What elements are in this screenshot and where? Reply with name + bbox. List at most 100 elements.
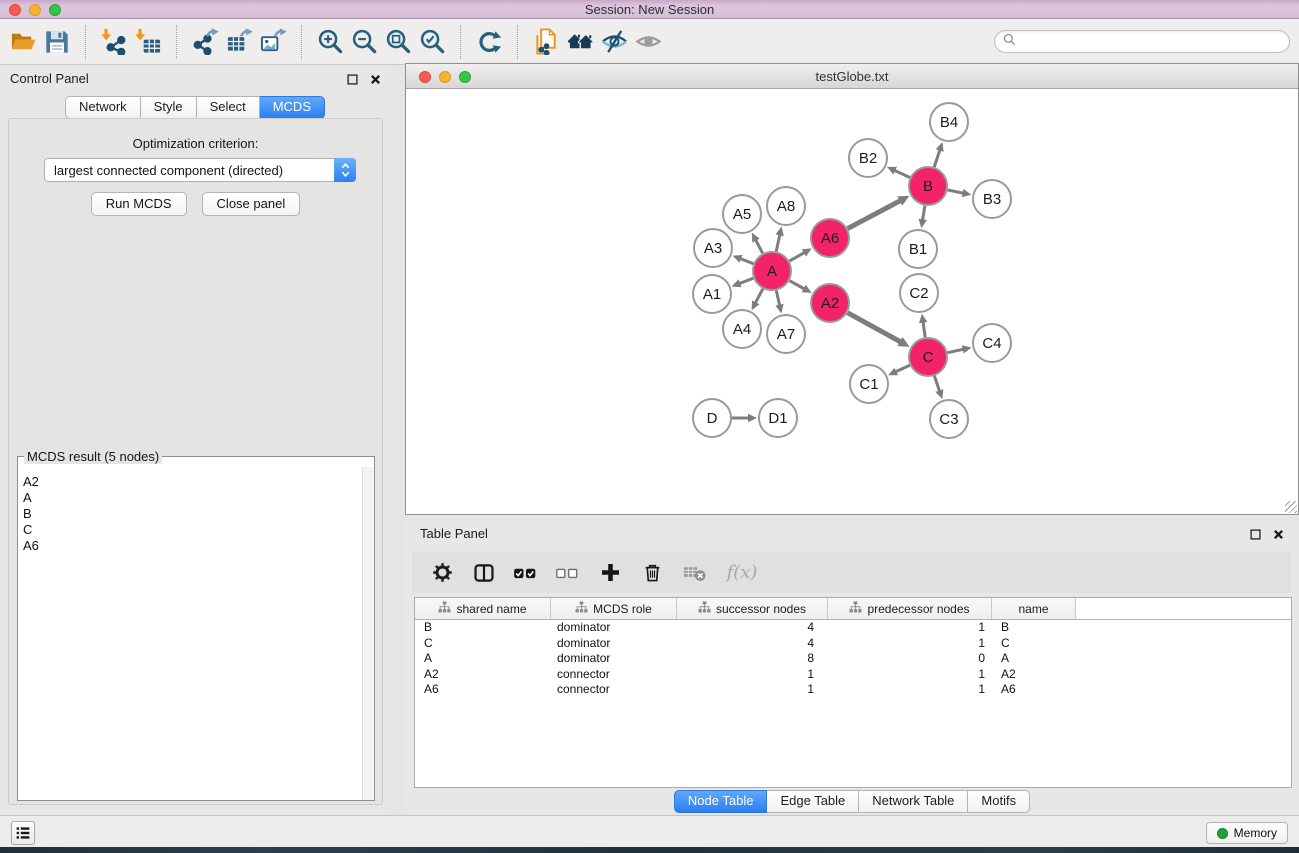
float-panel-icon[interactable] xyxy=(346,73,359,86)
close-panel-icon[interactable] xyxy=(369,73,382,86)
export-table-icon[interactable] xyxy=(222,23,256,61)
import-table-icon[interactable] xyxy=(131,23,165,61)
table-cell[interactable]: 4 xyxy=(677,620,828,636)
edge-A2-C[interactable] xyxy=(848,313,910,347)
edge-B-B1[interactable] xyxy=(919,206,927,229)
edge-A-A5[interactable] xyxy=(752,233,763,254)
search-input[interactable] xyxy=(1016,31,1289,52)
table-cell[interactable]: 1 xyxy=(828,636,992,652)
network-overview-icon[interactable] xyxy=(563,23,597,61)
deselect-all-columns-icon[interactable] xyxy=(553,558,583,588)
tab-style[interactable]: Style xyxy=(141,96,197,119)
mcds-result-item[interactable]: A6 xyxy=(23,538,362,554)
tab-edge-table[interactable]: Edge Table xyxy=(767,790,859,813)
resize-grip[interactable] xyxy=(1285,501,1297,513)
task-history-icon[interactable] xyxy=(11,821,35,845)
edge-B-B4[interactable] xyxy=(934,142,943,167)
node-D[interactable]: D xyxy=(693,399,731,437)
show-columns-icon[interactable] xyxy=(469,558,499,588)
node-A4[interactable]: A4 xyxy=(723,310,761,348)
edge-A-A3[interactable] xyxy=(733,255,754,264)
column-header-predecessor-nodes[interactable]: predecessor nodes xyxy=(828,598,992,619)
node-B1[interactable]: B1 xyxy=(899,230,937,268)
node-B4[interactable]: B4 xyxy=(930,103,968,141)
edge-C-C3[interactable] xyxy=(934,376,943,399)
node-A1[interactable]: A1 xyxy=(693,275,731,313)
node-C[interactable]: C xyxy=(909,338,947,376)
table-cell[interactable]: 8 xyxy=(677,651,828,667)
result-scrollbar[interactable] xyxy=(362,467,374,800)
table-cell[interactable]: 1 xyxy=(828,682,992,698)
export-image-icon[interactable] xyxy=(256,23,290,61)
node-C1[interactable]: C1 xyxy=(850,365,888,403)
import-network-icon[interactable] xyxy=(97,23,131,61)
column-header-shared-name[interactable]: shared name xyxy=(415,598,551,619)
table-row[interactable]: Adominator80A xyxy=(415,651,1291,667)
show-graphics-details-icon[interactable] xyxy=(597,23,631,61)
table-cell[interactable]: dominator xyxy=(551,636,677,652)
table-cell[interactable]: B xyxy=(415,620,551,636)
column-header-successor-nodes[interactable]: successor nodes xyxy=(677,598,828,619)
node-B2[interactable]: B2 xyxy=(849,139,887,177)
edge-A-A8[interactable] xyxy=(776,227,784,252)
table-cell[interactable]: C xyxy=(415,636,551,652)
table-cell[interactable]: 1 xyxy=(677,682,828,698)
table-cell[interactable]: 1 xyxy=(828,667,992,683)
node-A8[interactable]: A8 xyxy=(767,187,805,225)
node-A7[interactable]: A7 xyxy=(767,315,805,353)
export-network-icon[interactable] xyxy=(188,23,222,61)
node-A5[interactable]: A5 xyxy=(723,195,761,233)
table-cell[interactable]: C xyxy=(992,636,1076,652)
table-cell[interactable]: 1 xyxy=(828,620,992,636)
memory-button[interactable]: Memory xyxy=(1206,822,1288,844)
create-column-icon[interactable] xyxy=(595,558,625,588)
node-C4[interactable]: C4 xyxy=(973,324,1011,362)
node-A2[interactable]: A2 xyxy=(811,284,849,322)
zoom-fit-icon[interactable] xyxy=(381,23,415,61)
table-cell[interactable]: A6 xyxy=(415,682,551,698)
table-cell[interactable]: 0 xyxy=(828,651,992,667)
table-cell[interactable]: connector xyxy=(551,667,677,683)
column-header-mcds-role[interactable]: MCDS role xyxy=(551,598,677,619)
criterion-select[interactable]: largest connected component (directed) xyxy=(44,158,356,182)
table-row[interactable]: A6connector11A6 xyxy=(415,682,1291,698)
tab-motifs[interactable]: Motifs xyxy=(968,790,1030,813)
table-cell[interactable]: A xyxy=(415,651,551,667)
edge-C-C1[interactable] xyxy=(888,365,910,375)
node-B[interactable]: B xyxy=(909,167,947,205)
table-cell[interactable]: dominator xyxy=(551,620,677,636)
edge-D-D1[interactable] xyxy=(732,414,757,422)
table-cell[interactable]: B xyxy=(992,620,1076,636)
table-cell[interactable]: connector xyxy=(551,682,677,698)
tab-select[interactable]: Select xyxy=(197,96,260,119)
table-cell[interactable]: 4 xyxy=(677,636,828,652)
node-C3[interactable]: C3 xyxy=(930,400,968,438)
column-header-name[interactable]: name xyxy=(992,598,1076,619)
edge-A-A4[interactable] xyxy=(752,289,763,311)
table-cell[interactable]: A2 xyxy=(992,667,1076,683)
network-canvas[interactable]: AA1A2A3A4A5A6A7A8BB1B2B3B4CC1C2C3C4DD1 xyxy=(406,89,1298,514)
float-table-panel-icon[interactable] xyxy=(1249,528,1262,541)
table-cell[interactable]: dominator xyxy=(551,651,677,667)
table-row[interactable]: Cdominator41C xyxy=(415,636,1291,652)
edge-C-C2[interactable] xyxy=(919,314,927,337)
node-D1[interactable]: D1 xyxy=(759,399,797,437)
save-session-icon[interactable] xyxy=(40,23,74,61)
mcds-result-item[interactable]: A xyxy=(23,490,362,506)
mcds-result-item[interactable]: C xyxy=(23,522,362,538)
tab-network-table[interactable]: Network Table xyxy=(859,790,968,813)
node-A6[interactable]: A6 xyxy=(811,219,849,257)
run-mcds-button[interactable]: Run MCDS xyxy=(91,192,187,216)
table-cell[interactable]: A6 xyxy=(992,682,1076,698)
table-cell[interactable]: A2 xyxy=(415,667,551,683)
table-row[interactable]: Bdominator41B xyxy=(415,620,1291,636)
select-all-columns-icon[interactable] xyxy=(511,558,541,588)
edge-A-A1[interactable] xyxy=(732,278,754,287)
tab-mcds[interactable]: MCDS xyxy=(260,96,325,119)
node-C2[interactable]: C2 xyxy=(900,274,938,312)
close-panel-button[interactable]: Close panel xyxy=(202,192,301,216)
zoom-selected-icon[interactable] xyxy=(415,23,449,61)
table-cell[interactable]: A xyxy=(992,651,1076,667)
tab-network[interactable]: Network xyxy=(65,96,141,119)
open-session-icon[interactable] xyxy=(6,23,40,61)
